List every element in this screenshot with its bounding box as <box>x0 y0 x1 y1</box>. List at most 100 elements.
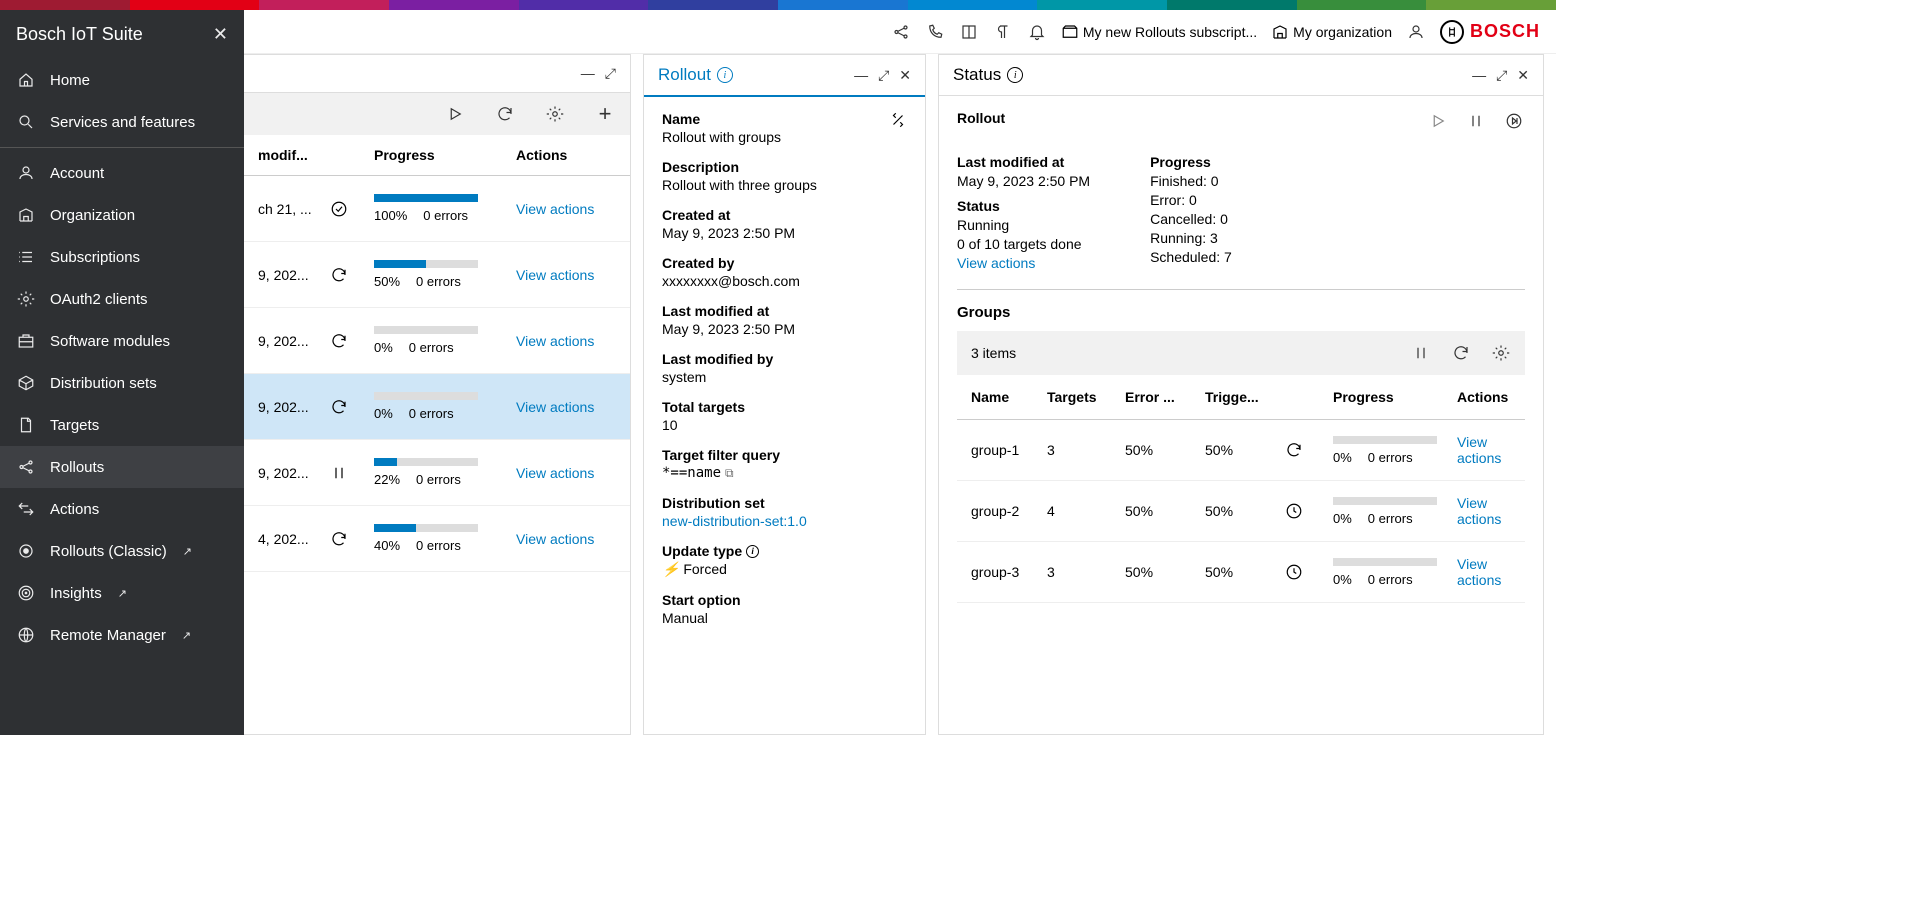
close-icon[interactable]: ✕ <box>1517 67 1529 84</box>
subscription-selector[interactable]: My new Rollouts subscript... <box>1061 23 1257 41</box>
radar-icon <box>16 583 36 603</box>
view-actions-link[interactable]: View actions <box>1457 556 1501 588</box>
tools-icon[interactable] <box>889 111 907 132</box>
sidebar-item-home[interactable]: Home <box>0 59 244 101</box>
col-actions-header[interactable]: Actions <box>516 147 616 163</box>
refresh-icon[interactable] <box>1451 343 1471 363</box>
sidebar-item-distribution-sets[interactable]: Distribution sets <box>0 362 244 404</box>
sidebar-item-actions[interactable]: Actions <box>0 488 244 530</box>
sidebar-item-targets[interactable]: Targets <box>0 404 244 446</box>
group-error: 50% <box>1125 503 1205 519</box>
view-actions-link[interactable]: View actions <box>516 399 594 415</box>
view-actions-link[interactable]: View actions <box>516 531 594 547</box>
distset-label: Distribution set <box>662 495 907 511</box>
info-icon[interactable]: i <box>1007 67 1023 83</box>
sidebar-item-insights[interactable]: Insights↗ <box>0 572 244 614</box>
status-icon <box>330 266 374 284</box>
info-icon[interactable]: i <box>746 545 759 558</box>
expand-icon[interactable]: ⤢ <box>605 65 616 82</box>
progress-bar <box>374 524 478 532</box>
sidebar-item-subscriptions[interactable]: Subscriptions <box>0 236 244 278</box>
view-actions-link[interactable]: View actions <box>516 465 594 481</box>
gcol-progress[interactable]: Progress <box>1333 389 1457 405</box>
bell-icon[interactable] <box>1027 22 1047 42</box>
sidebar-item-services-and-features[interactable]: Services and features <box>0 101 244 143</box>
pause-icon[interactable] <box>1411 343 1431 363</box>
group-row[interactable]: group-2450%50%0%0 errorsView actions <box>957 481 1525 542</box>
gcol-name[interactable]: Name <box>971 389 1047 405</box>
created-label: Created at <box>662 207 907 223</box>
user-icon[interactable] <box>1406 22 1426 42</box>
gear-icon[interactable] <box>1491 343 1511 363</box>
play-icon[interactable] <box>1427 110 1449 132</box>
view-actions-link[interactable]: View actions <box>1457 495 1501 527</box>
expand-icon[interactable]: ⤢ <box>878 67 889 84</box>
progress-bar <box>1333 497 1437 505</box>
sidebar-item-remote-manager[interactable]: Remote Manager↗ <box>0 614 244 656</box>
sidebar-item-account[interactable]: Account <box>0 152 244 194</box>
col-progress-header[interactable]: Progress <box>374 147 516 163</box>
group-row[interactable]: group-1350%50%0%0 errorsView actions <box>957 420 1525 481</box>
expand-icon[interactable]: ⤢ <box>1496 67 1507 84</box>
progress-errors: 0 errors <box>416 538 461 553</box>
status-view-actions-link[interactable]: View actions <box>957 255 1090 271</box>
refresh-icon[interactable] <box>494 103 516 125</box>
view-actions-link[interactable]: View actions <box>516 267 594 283</box>
rollout-row[interactable]: 9, 202...0%0 errorsView actions <box>244 308 630 374</box>
rollout-row[interactable]: 4, 202...40%0 errorsView actions <box>244 506 630 572</box>
minimize-icon[interactable]: — <box>854 67 868 84</box>
subscription-label: My new Rollouts subscript... <box>1083 24 1257 40</box>
add-icon[interactable]: + <box>594 103 616 125</box>
info-icon[interactable]: i <box>717 67 733 83</box>
close-icon[interactable]: ✕ <box>213 24 228 45</box>
group-error: 50% <box>1125 442 1205 458</box>
sidebar-item-rollouts[interactable]: Rollouts <box>0 446 244 488</box>
progress-errors: 0 errors <box>416 274 461 289</box>
sidebar-item-rollouts-classic-[interactable]: Rollouts (Classic)↗ <box>0 530 244 572</box>
status-lastmod-value: May 9, 2023 2:50 PM <box>957 173 1090 189</box>
play-icon[interactable] <box>444 103 466 125</box>
sidebar: Bosch IoT Suite ✕ HomeServices and featu… <box>0 10 244 735</box>
gcol-error[interactable]: Error ... <box>1125 389 1205 405</box>
view-actions-link[interactable]: View actions <box>516 333 594 349</box>
col-modified-header[interactable]: modif... <box>258 147 330 163</box>
group-row[interactable]: group-3350%50%0%0 errorsView actions <box>957 542 1525 603</box>
group-error: 50% <box>1125 564 1205 580</box>
pause-icon[interactable] <box>1465 110 1487 132</box>
brand-logo: BOSCH <box>1440 20 1540 44</box>
view-actions-link[interactable]: View actions <box>1457 434 1501 466</box>
organization-selector[interactable]: My organization <box>1271 23 1392 41</box>
gear-icon[interactable] <box>544 103 566 125</box>
sidebar-item-oauth2-clients[interactable]: OAuth2 clients <box>0 278 244 320</box>
gcol-targets[interactable]: Targets <box>1047 389 1125 405</box>
share-icon[interactable] <box>891 22 911 42</box>
totaltargets-label: Total targets <box>662 399 907 415</box>
progress-errors: 0 errors <box>409 406 454 421</box>
progress-bar <box>374 194 478 202</box>
rollout-row[interactable]: ch 21, ...100%0 errorsView actions <box>244 176 630 242</box>
paragraph-icon[interactable] <box>993 22 1013 42</box>
status-icon <box>330 530 374 548</box>
phone-icon[interactable] <box>925 22 945 42</box>
rollouts-list-panel: — ⤢ + modif... Progress Actions ch 21, .… <box>244 54 631 735</box>
groups-heading: Groups <box>957 304 1525 321</box>
copy-icon[interactable]: ⧉ <box>725 466 734 480</box>
minimize-icon[interactable]: — <box>1472 67 1486 84</box>
view-actions-link[interactable]: View actions <box>516 201 594 217</box>
close-icon[interactable]: ✕ <box>899 67 911 84</box>
minimize-icon[interactable]: — <box>581 65 595 82</box>
rollout-row[interactable]: 9, 202...0%0 errorsView actions <box>244 374 630 440</box>
sidebar-item-software-modules[interactable]: Software modules <box>0 320 244 362</box>
rollout-row[interactable]: 9, 202...50%0 errorsView actions <box>244 242 630 308</box>
createdby-label: Created by <box>662 255 907 271</box>
sidebar-item-organization[interactable]: Organization <box>0 194 244 236</box>
status-icon <box>330 464 374 482</box>
gcol-trigger[interactable]: Trigge... <box>1205 389 1285 405</box>
distset-link[interactable]: new-distribution-set:1.0 <box>662 513 907 529</box>
skip-icon[interactable] <box>1503 110 1525 132</box>
book-icon[interactable] <box>959 22 979 42</box>
rollout-heading: Rollout <box>957 110 1005 126</box>
status-scheduled: Scheduled: 7 <box>1150 249 1232 265</box>
gcol-actions[interactable]: Actions <box>1457 389 1511 405</box>
rollout-row[interactable]: 9, 202...22%0 errorsView actions <box>244 440 630 506</box>
